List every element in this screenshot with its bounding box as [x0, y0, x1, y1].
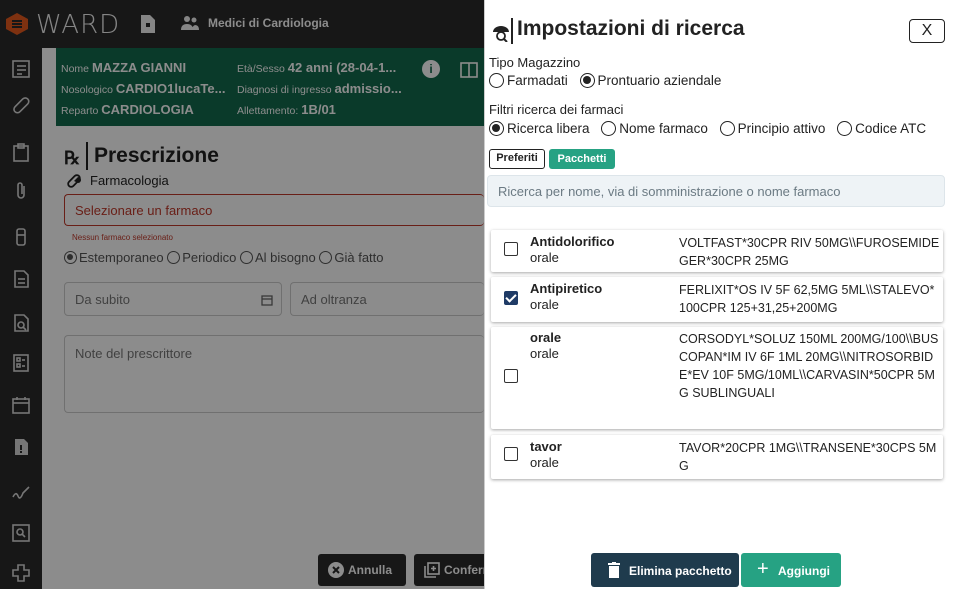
- add-package-button[interactable]: + Aggiungi: [741, 553, 841, 587]
- package-name: orale: [530, 330, 562, 345]
- tipo-magazzino-label: Tipo Magazzino: [489, 55, 581, 70]
- delete-package-button[interactable]: Elimina pacchetto: [591, 553, 739, 587]
- close-icon: X: [921, 22, 933, 39]
- package-card[interactable]: tavor orale TAVOR*20CPR 1MG\\TRANSENE*30…: [491, 435, 943, 479]
- package-route: orale: [530, 297, 559, 312]
- search-input[interactable]: Ricerca per nome, via di somministrazion…: [487, 175, 945, 207]
- package-drugs: CORSODYL*SOLUZ 150ML 200MG/100\\BUSCOPAN…: [679, 332, 939, 400]
- package-route: orale: [530, 346, 559, 361]
- close-button[interactable]: X: [909, 19, 945, 43]
- filtri-label: Filtri ricerca dei farmaci: [489, 102, 624, 117]
- trash-icon: [607, 562, 621, 581]
- tab-pacchetti[interactable]: Pacchetti: [549, 149, 615, 169]
- package-route: orale: [530, 250, 559, 265]
- tab-preferiti[interactable]: Preferiti: [489, 149, 545, 169]
- filter-option-principio[interactable]: Principio attivo: [719, 121, 825, 136]
- package-checkbox[interactable]: [504, 291, 518, 305]
- package-checkbox[interactable]: [504, 242, 518, 256]
- magazzino-option-prontuario[interactable]: Prontuario aziendale: [579, 73, 721, 88]
- filtri-radio-group: Ricerca libera Nome farmaco Principio at…: [489, 121, 934, 136]
- package-route: orale: [530, 455, 559, 470]
- package-card[interactable]: orale orale CORSODYL*SOLUZ 150ML 200MG/1…: [491, 327, 943, 429]
- package-checkbox[interactable]: [504, 447, 518, 461]
- package-name: Antidolorifico: [530, 234, 615, 249]
- filter-option-libera[interactable]: Ricerca libera: [489, 121, 590, 136]
- package-drugs: FERLIXIT*OS IV 5F 62,5MG 5ML\\STALEVO*10…: [679, 283, 935, 315]
- magazzino-radio-group: Farmadati Prontuario aziendale: [489, 73, 729, 88]
- package-checkbox[interactable]: [504, 369, 518, 383]
- title-separator: [511, 18, 513, 44]
- add-package-label: Aggiungi: [778, 564, 830, 578]
- filter-option-nome[interactable]: Nome farmaco: [601, 121, 708, 136]
- delete-package-label: Elimina pacchetto: [629, 564, 732, 578]
- filter-option-atc[interactable]: Codice ATC: [837, 121, 926, 136]
- modal-backdrop[interactable]: [0, 0, 484, 589]
- search-settings-drawer: Impostazioni di ricerca X Tipo Magazzino…: [484, 0, 956, 589]
- search-placeholder: Ricerca per nome, via di somministrazion…: [498, 184, 841, 199]
- drawer-title: Impostazioni di ricerca: [517, 17, 745, 40]
- package-card[interactable]: Antidolorifico orale VOLTFAST*30CPR RIV …: [491, 230, 943, 272]
- plus-icon: +: [757, 558, 769, 580]
- package-name: Antipiretico: [530, 281, 603, 296]
- magazzino-option-farmadati[interactable]: Farmadati: [489, 73, 568, 88]
- package-name: tavor: [530, 439, 562, 454]
- pill-search-icon: [491, 22, 511, 43]
- package-card[interactable]: Antipiretico orale FERLIXIT*OS IV 5F 62,…: [491, 277, 943, 322]
- package-drugs: TAVOR*20CPR 1MG\\TRANSENE*30CPS 5MG: [679, 441, 937, 473]
- package-drugs: VOLTFAST*30CPR RIV 50MG\\FUROSEMIDE GER*…: [679, 236, 940, 268]
